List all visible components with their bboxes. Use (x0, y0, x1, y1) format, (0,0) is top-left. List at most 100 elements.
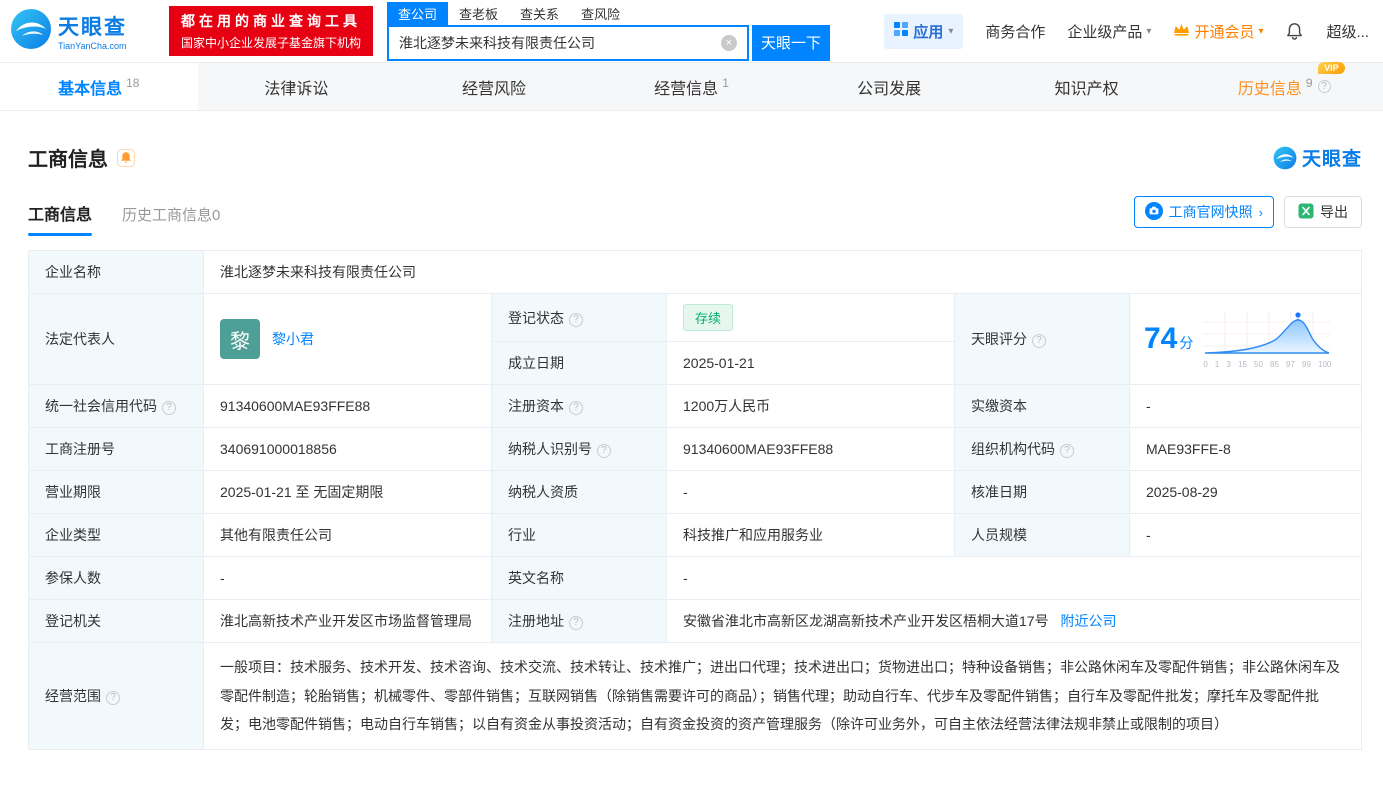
export-button[interactable]: 导出 (1284, 196, 1362, 228)
table-row: 企业名称 淮北逐梦未来科技有限责任公司 (29, 251, 1362, 294)
main-content: 工商信息 天眼查 工商信息 历史工商信息0 (0, 143, 1383, 750)
logo-subtitle: TianYanCha.com (58, 41, 127, 51)
label-taxpayer-id: 纳税人识别号? (492, 428, 667, 471)
label-industry: 行业 (492, 514, 667, 557)
help-icon[interactable]: ? (1318, 80, 1331, 93)
chevron-down-icon: ▾ (1146, 26, 1151, 37)
tab-operation-info[interactable]: 经营信息 1 (593, 63, 791, 110)
table-row: 工商注册号 340691000018856 纳税人识别号? 91340600MA… (29, 428, 1362, 471)
label-company-name: 企业名称 (29, 251, 204, 294)
value-english-name: - (667, 557, 1362, 600)
value-taxpayer-id: 91340600MAE93FFE88 (667, 428, 955, 471)
help-icon[interactable]: ? (597, 444, 611, 458)
search-tab-relation[interactable]: 查关系 (509, 2, 570, 25)
tab-company-development[interactable]: 公司发展 (790, 63, 988, 110)
value-company-type: 其他有限责任公司 (204, 514, 492, 557)
label-reg-capital: 注册资本? (492, 385, 667, 428)
score-distribution-chart: 01 315 5085 9799 100 (1203, 310, 1331, 369)
promo-line1: 都在用的商业查询工具 (181, 11, 361, 31)
help-icon[interactable]: ? (569, 401, 583, 415)
value-reg-status: 存续 (667, 294, 955, 342)
subscribe-bell-icon[interactable] (117, 149, 135, 167)
subtab-history-business-info[interactable]: 历史工商信息0 (122, 204, 220, 236)
label-establish-date: 成立日期 (492, 342, 667, 385)
help-icon[interactable]: ? (1032, 334, 1046, 348)
label-reg-number: 工商注册号 (29, 428, 204, 471)
value-credit-code: 91340600MAE93FFE88 (204, 385, 492, 428)
tianyancha-logo[interactable]: 天眼查 TianYanCha.com (10, 8, 127, 55)
legal-rep-avatar[interactable]: 黎 (220, 319, 260, 359)
value-paid-capital: - (1130, 385, 1362, 428)
help-icon[interactable]: ? (162, 401, 176, 415)
tianyancha-logo-icon (10, 8, 52, 55)
clear-search-icon[interactable]: × (721, 35, 737, 51)
official-snapshot-button[interactable]: 工商官网快照 › (1134, 196, 1274, 228)
legal-rep-link[interactable]: 黎小君 (272, 329, 314, 349)
table-row: 企业类型 其他有限责任公司 行业 科技推广和应用服务业 人员规模 - (29, 514, 1362, 557)
help-icon[interactable]: ? (569, 313, 583, 327)
status-badge: 存续 (683, 304, 733, 331)
export-button-label: 导出 (1320, 202, 1348, 222)
super-vip-label: 超级... (1326, 21, 1369, 42)
search-input[interactable] (389, 35, 721, 51)
header-links: 应用 ▾ 商务合作 企业级产品 ▾ 开通会员 ▾ (884, 14, 1369, 49)
search-button[interactable]: 天眼一下 (752, 25, 830, 61)
value-insured-count: - (204, 557, 492, 600)
help-icon[interactable]: ? (1060, 444, 1074, 458)
watermark-logo-label: 天眼查 (1302, 144, 1362, 171)
tab-operation-risk[interactable]: 经营风险 (395, 63, 593, 110)
label-legal-rep: 法定代表人 (29, 294, 204, 385)
value-reg-address: 安徽省淮北市高新区龙湖高新技术产业开发区梧桐大道17号 附近公司 (667, 600, 1362, 643)
label-reg-authority: 登记机关 (29, 600, 204, 643)
label-approval-date: 核准日期 (955, 471, 1130, 514)
search-tab-boss[interactable]: 查老板 (448, 2, 509, 25)
label-business-term: 营业期限 (29, 471, 204, 514)
value-tianyan-score[interactable]: 74分 (1130, 294, 1362, 385)
apps-menu-label: 应用 (913, 21, 943, 42)
top-bar: 天眼查 TianYanCha.com 都在用的商业查询工具 国家中小企业发展子基… (0, 0, 1383, 63)
value-business-term: 2025-01-21 至 无固定期限 (204, 471, 492, 514)
label-taxpayer-quality: 纳税人资质 (492, 471, 667, 514)
business-cooperation-label: 商务合作 (985, 21, 1045, 42)
tab-history-info[interactable]: 历史信息 9 ? VIP (1185, 63, 1383, 110)
tab-basic-info[interactable]: 基本信息 18 (0, 63, 198, 110)
search-tab-risk[interactable]: 查风险 (570, 2, 631, 25)
nearby-companies-link[interactable]: 附近公司 (1060, 613, 1116, 629)
tab-legal-litigation[interactable]: 法律诉讼 (198, 63, 396, 110)
search-tab-company[interactable]: 查公司 (387, 2, 448, 25)
vip-membership-label: 开通会员 (1194, 21, 1254, 42)
help-icon[interactable]: ? (106, 691, 120, 705)
table-row: 经营范围? 一般项目：技术服务、技术开发、技术咨询、技术交流、技术转让、技术推广… (29, 643, 1362, 750)
snapshot-camera-icon (1145, 202, 1163, 223)
section-title: 工商信息 (28, 143, 108, 172)
table-row: 营业期限 2025-01-21 至 无固定期限 纳税人资质 - 核准日期 202… (29, 471, 1362, 514)
super-vip-link[interactable]: 超级... (1326, 21, 1369, 42)
notification-bell-icon[interactable] (1285, 22, 1304, 41)
vip-membership-menu[interactable]: 开通会员 ▾ (1173, 21, 1263, 42)
label-insured-count: 参保人数 (29, 557, 204, 600)
chevron-down-icon: ▾ (1258, 26, 1263, 37)
crown-icon (1173, 23, 1190, 40)
table-row: 法定代表人 黎 黎小君 登记状态? 存续 天眼评 (29, 294, 1362, 342)
business-info-table: 企业名称 淮北逐梦未来科技有限责任公司 法定代表人 黎 黎小君 (28, 250, 1362, 750)
value-industry: 科技推广和应用服务业 (667, 514, 955, 557)
company-section-tabs: 基本信息 18 法律诉讼 经营风险 经营信息 1 公司发展 知识产权 历史信息 … (0, 63, 1383, 111)
enterprise-products-label: 企业级产品 (1067, 21, 1142, 42)
label-business-scope: 经营范围? (29, 643, 204, 750)
logo-title: 天眼查 (58, 11, 127, 41)
apps-grid-icon (894, 22, 908, 40)
subtab-business-info[interactable]: 工商信息 (28, 201, 92, 236)
label-company-type: 企业类型 (29, 514, 204, 557)
tab-intellectual-property[interactable]: 知识产权 (988, 63, 1186, 110)
label-staff-size: 人员规模 (955, 514, 1130, 557)
label-credit-code: 统一社会信用代码? (29, 385, 204, 428)
apps-menu[interactable]: 应用 ▾ (884, 14, 963, 49)
score-number[interactable]: 74分 (1144, 322, 1193, 356)
business-cooperation-link[interactable]: 商务合作 (985, 21, 1045, 42)
help-icon[interactable]: ? (569, 616, 583, 630)
chevron-down-icon: ▾ (948, 26, 953, 37)
value-reg-number: 340691000018856 (204, 428, 492, 471)
enterprise-products-menu[interactable]: 企业级产品 ▾ (1067, 21, 1151, 42)
value-business-scope: 一般项目：技术服务、技术开发、技术咨询、技术交流、技术转让、技术推广；进出口代理… (204, 643, 1362, 750)
value-org-code: MAE93FFE-8 (1130, 428, 1362, 471)
